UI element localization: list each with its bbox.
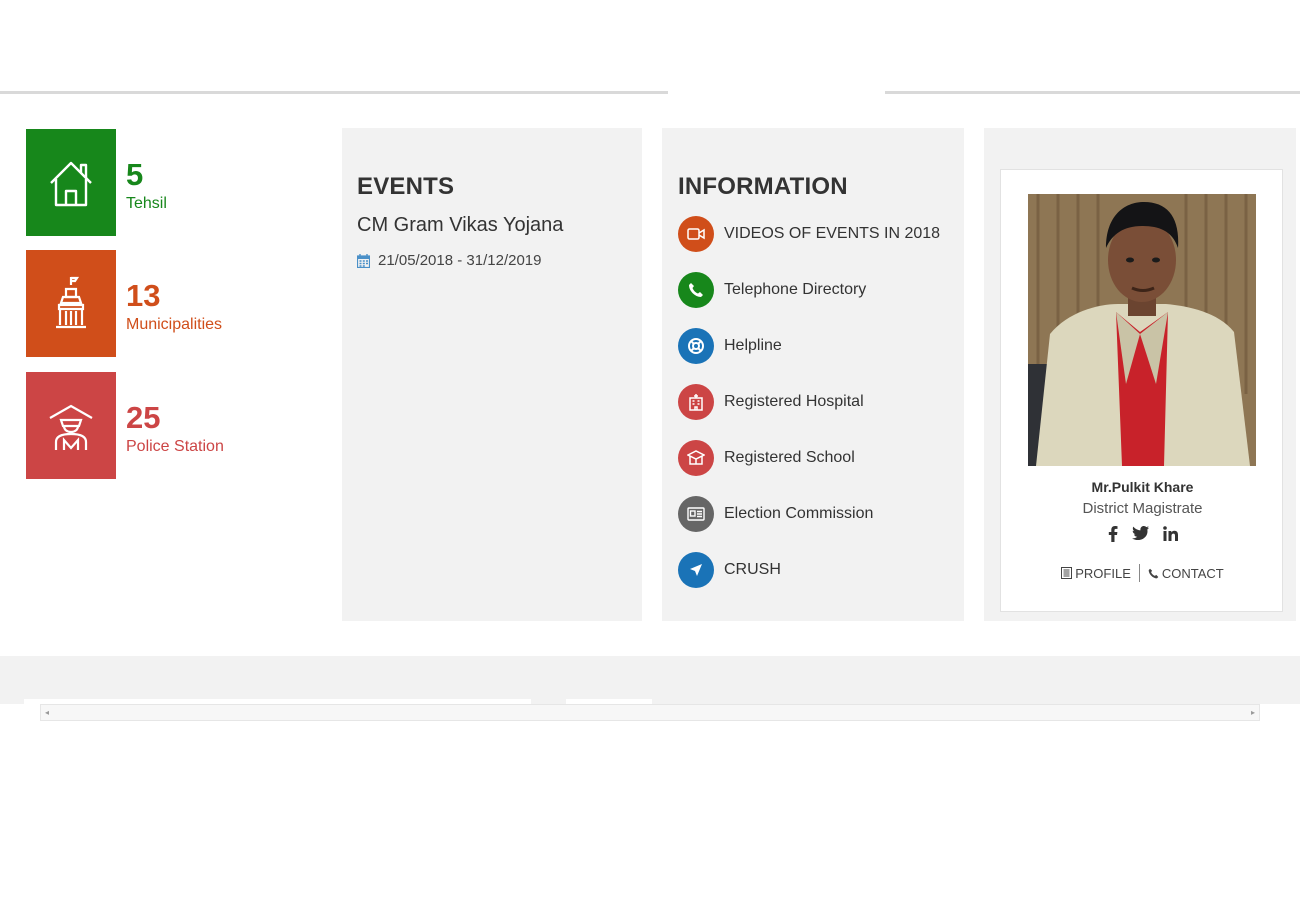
house-icon [26, 129, 116, 236]
officer-links: PROFILE CONTACT [1001, 564, 1284, 582]
hospital-icon [678, 384, 714, 420]
info-item-videos[interactable]: VIDEOS OF EVENTS IN 2018 [678, 214, 940, 254]
stat-municipalities[interactable]: 13 Municipalities [26, 250, 326, 357]
officer-card: Mr.Pulkit Khare District Magistrate PROF… [1000, 169, 1283, 612]
info-item-label: Telephone Directory [724, 281, 867, 298]
twitter-icon[interactable] [1131, 526, 1149, 547]
info-item-label: Helpline [724, 337, 782, 354]
event-title[interactable]: CM Gram Vikas Yojana [357, 214, 563, 237]
info-item-crush[interactable]: CRUSH [678, 550, 781, 590]
info-item-telephone[interactable]: Telephone Directory [678, 270, 866, 310]
stat-label: Municipalities [126, 316, 223, 333]
officer-photo [1028, 194, 1256, 466]
event-date-text: 21/05/2018 - 31/12/2019 [378, 252, 542, 269]
bottom-band [0, 656, 1300, 704]
video-icon [678, 216, 714, 252]
info-item-label: VIDEOS OF EVENTS IN 2018 [724, 225, 941, 242]
stat-value: 13 [126, 278, 161, 313]
info-item-school[interactable]: Registered School [678, 438, 855, 478]
profile-link[interactable]: PROFILE [1061, 566, 1131, 581]
events-panel: EVENTS CM Gram Vikas Yojana 21/05/2018 -… [342, 128, 642, 621]
location-arrow-icon [678, 552, 714, 588]
event-date: 21/05/2018 - 31/12/2019 [357, 252, 541, 269]
phone-icon [678, 272, 714, 308]
info-item-hospital[interactable]: Registered Hospital [678, 382, 864, 422]
contact-link[interactable]: CONTACT [1148, 566, 1224, 581]
phone-small-icon [1148, 568, 1159, 578]
top-divider-left [0, 91, 668, 94]
information-panel: INFORMATION VIDEOS OF EVENTS IN 2018 Tel… [662, 128, 964, 621]
stat-tehsil[interactable]: 5 Tehsil [26, 129, 326, 236]
facebook-icon[interactable] [1108, 526, 1118, 547]
police-officer-icon [26, 372, 116, 479]
info-item-label: Election Commission [724, 505, 874, 522]
info-item-helpline[interactable]: Helpline [678, 326, 782, 366]
stat-label: Tehsil [126, 195, 167, 212]
scroll-right-arrow-icon[interactable]: ▸ [1251, 708, 1255, 717]
lifebuoy-icon [678, 328, 714, 364]
linkedin-icon[interactable] [1162, 526, 1178, 547]
contact-label: CONTACT [1161, 565, 1224, 581]
social-links [1001, 526, 1284, 547]
school-icon [678, 440, 714, 476]
officer-name: Mr.Pulkit Khare [1091, 479, 1194, 495]
officer-panel: Mr.Pulkit Khare District Magistrate PROF… [984, 128, 1296, 621]
link-separator [1138, 564, 1140, 582]
municipal-building-icon [26, 250, 116, 357]
info-item-label: Registered School [724, 449, 855, 466]
scroll-left-arrow-icon[interactable]: ◂ [45, 708, 49, 717]
info-item-label: Registered Hospital [724, 393, 864, 410]
top-divider-right [885, 91, 1300, 94]
profile-doc-icon [1061, 567, 1073, 579]
stat-value: 5 [126, 157, 144, 192]
stat-value: 25 [126, 400, 161, 435]
officer-designation: District Magistrate [1082, 500, 1203, 517]
events-heading: EVENTS [357, 173, 455, 200]
calendar-icon [357, 253, 370, 268]
info-item-election[interactable]: Election Commission [678, 494, 873, 534]
info-item-label: CRUSH [724, 561, 781, 578]
information-heading: INFORMATION [678, 173, 848, 200]
stat-police-station[interactable]: 25 Police Station [26, 372, 326, 479]
horizontal-scrollbar[interactable]: ◂ ▸ [40, 704, 1260, 721]
profile-label: PROFILE [1075, 565, 1131, 581]
id-card-icon [678, 496, 714, 532]
stat-label: Police Station [126, 438, 224, 455]
